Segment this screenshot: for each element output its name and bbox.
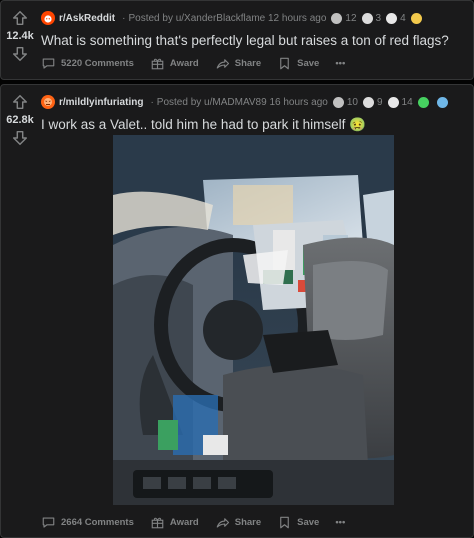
post-content: r/AskReddit · Posted by u/XanderBlackfla… [41,9,467,50]
vote-score: 62.8k [6,114,34,126]
save-button[interactable]: Save [277,515,319,530]
post-time: 16 hours ago [269,96,328,108]
vote-score: 12.4k [6,30,34,42]
post-actions: 5220 Comments Award Share Save ••• [41,56,361,71]
coin-award-icon[interactable]: 4 [386,12,406,24]
share-icon [216,59,229,69]
vote-column: 62.8k [1,85,39,147]
gift-icon [151,58,164,70]
gift-icon [151,517,164,529]
post-card-mildlyinfuriating[interactable]: 62.8k r/mildlyinfuriating · Posted by u/… [0,84,474,538]
subreddit-link[interactable]: r/mildlyinfuriating [59,97,143,108]
share-button[interactable]: Share [215,515,261,530]
posted-by[interactable]: Posted by u/MADMAV89 [157,97,267,108]
messy-car-interior-photo [113,135,394,505]
comments-button[interactable]: 2664 Comments [41,515,134,530]
clover-award-icon[interactable] [417,96,432,108]
emoji-award-icon[interactable] [410,12,425,24]
mildlyinfuriating-icon[interactable] [41,95,55,109]
nauseated-emoji-icon: 🤢 [349,117,366,132]
bookmark-icon [280,57,289,70]
silver-award-icon[interactable]: 12 [331,12,357,24]
posted-by[interactable]: Posted by u/XanderBlackflame [128,13,265,24]
upvote-icon[interactable] [11,93,29,111]
helpful-award-icon[interactable]: 9 [362,96,383,108]
post-card-askreddit[interactable]: 12.4k r/AskReddit · Posted by u/XanderBl… [0,0,474,80]
fish-award-icon[interactable] [436,96,451,108]
post-image[interactable] [113,135,394,505]
meta-separator: · [150,96,154,108]
downvote-icon[interactable] [11,45,29,63]
post-content: r/mildlyinfuriating · Posted by u/MADMAV… [41,93,467,134]
comments-button[interactable]: 5220 Comments [41,56,134,71]
helpful-award-icon[interactable]: 3 [361,12,381,24]
post-actions: 2664 Comments Award Share Save ••• [41,515,361,530]
comment-icon [42,517,55,528]
post-time: 12 hours ago [268,12,327,24]
post-title[interactable]: What is something that's perfectly legal… [41,32,467,50]
more-options-button[interactable]: ••• [335,517,345,528]
comment-icon [42,58,55,69]
coin-award-icon[interactable]: 14 [387,96,413,108]
share-button[interactable]: Share [215,56,261,71]
post-meta: r/mildlyinfuriating · Posted by u/MADMAV… [41,93,467,111]
share-icon [216,518,229,528]
award-button[interactable]: Award [150,515,199,530]
award-button[interactable]: Award [150,56,199,71]
askreddit-icon[interactable] [41,11,55,25]
post-meta: r/AskReddit · Posted by u/XanderBlackfla… [41,9,467,27]
post-title[interactable]: I work as a Valet.. told him he had to p… [41,116,467,134]
vote-column: 12.4k [1,1,39,63]
bookmark-icon [280,516,289,529]
silver-award-icon[interactable]: 10 [332,96,358,108]
meta-separator: · [122,12,126,24]
upvote-icon[interactable] [11,9,29,27]
more-options-button[interactable]: ••• [335,58,345,69]
save-button[interactable]: Save [277,56,319,71]
downvote-icon[interactable] [11,129,29,147]
subreddit-link[interactable]: r/AskReddit [59,13,115,24]
